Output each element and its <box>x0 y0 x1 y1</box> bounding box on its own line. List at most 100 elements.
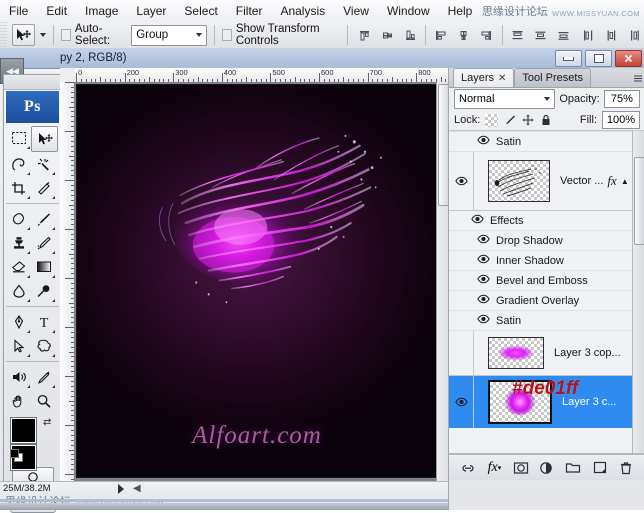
menu-item-image[interactable]: Image <box>76 2 127 20</box>
new-group-button[interactable] <box>564 459 582 477</box>
align-top-edges-icon[interactable] <box>355 26 374 45</box>
background-color-swatch[interactable] <box>10 417 37 444</box>
artboard[interactable]: Alfoart.com <box>76 84 438 478</box>
healing-brush-tool[interactable] <box>6 207 31 231</box>
layer-fx-icon[interactable]: fx <box>607 173 616 189</box>
layer-list[interactable]: Satin Vector ... fx ▲ Effects Drop Shado… <box>449 131 644 454</box>
menu-item-help[interactable]: Help <box>439 2 482 20</box>
fill-input[interactable]: 100% <box>602 111 640 129</box>
custom-shape-tool[interactable] <box>31 334 56 358</box>
maximize-button[interactable] <box>585 50 612 67</box>
distribute-bottom-edges-icon[interactable] <box>554 26 573 45</box>
distribute-right-edges-icon[interactable] <box>625 26 644 45</box>
move-tool-icon[interactable] <box>12 24 36 46</box>
dodge-tool[interactable] <box>31 279 56 303</box>
menu-item-analysis[interactable]: Analysis <box>271 2 334 20</box>
eyedropper-tool[interactable] <box>31 365 56 389</box>
ruler-corner[interactable] <box>60 68 75 83</box>
path-selection-tool[interactable] <box>6 334 31 358</box>
new-adjustment-layer-button[interactable] <box>538 459 556 477</box>
type-tool[interactable]: T <box>31 310 56 334</box>
blend-mode-dropdown[interactable]: Normal <box>454 89 556 109</box>
lock-position-icon[interactable] <box>521 114 534 127</box>
zoom-tool[interactable] <box>31 389 56 413</box>
tool-preset-chevron-icon[interactable] <box>40 33 47 37</box>
delete-layer-button[interactable] <box>617 459 635 477</box>
opacity-input[interactable]: 75% <box>603 90 640 108</box>
layer-visibility-toggle[interactable] <box>449 152 474 210</box>
menu-item-select[interactable]: Select <box>175 2 226 20</box>
layer-thumbnail[interactable] <box>488 337 544 369</box>
align-horizontal-centers-icon[interactable] <box>454 26 473 45</box>
auto-select-checkbox[interactable] <box>60 29 71 41</box>
blur-tool[interactable] <box>6 279 31 303</box>
add-layer-mask-button[interactable] <box>512 459 530 477</box>
panel-menu-button[interactable] <box>631 69 644 87</box>
audio-annotation-tool[interactable] <box>6 365 31 389</box>
link-layers-button[interactable] <box>459 459 477 477</box>
distribute-top-edges-icon[interactable] <box>508 26 527 45</box>
layer-row-selected[interactable]: Layer 3 c... #de01ff <box>449 376 644 428</box>
eye-icon[interactable] <box>477 314 490 327</box>
layer-effect-row[interactable]: Satin <box>449 311 644 331</box>
tab-tool-presets[interactable]: Tool Presets <box>514 68 591 87</box>
add-layer-style-button[interactable]: fx ▾ <box>485 459 503 477</box>
layer-effect-row[interactable]: Bevel and Emboss <box>449 271 644 291</box>
menu-item-layer[interactable]: Layer <box>127 2 175 20</box>
pen-tool[interactable] <box>6 310 31 334</box>
show-transform-checkbox[interactable] <box>221 29 232 41</box>
default-colors-icon[interactable] <box>10 449 23 462</box>
auto-select-dropdown[interactable]: Group <box>131 24 207 46</box>
menu-item-edit[interactable]: Edit <box>37 2 76 20</box>
lock-transparent-pixels-icon[interactable] <box>485 113 499 127</box>
layer-name-row[interactable]: Vector ... fx ▲ <box>560 173 629 189</box>
align-right-edges-icon[interactable] <box>477 26 496 45</box>
distribute-vertical-centers-icon[interactable] <box>531 26 550 45</box>
lock-image-pixels-icon[interactable] <box>503 114 516 127</box>
brush-tool[interactable] <box>31 207 56 231</box>
close-icon[interactable]: ✕ <box>498 73 506 84</box>
layer-effect-row[interactable]: Gradient Overlay <box>449 291 644 311</box>
new-layer-button[interactable] <box>591 459 609 477</box>
menu-item-file[interactable]: File <box>0 2 37 20</box>
layer-visibility-toggle[interactable] <box>449 376 474 428</box>
clone-stamp-tool[interactable] <box>6 231 31 255</box>
layer-effect-row[interactable]: Satin <box>449 131 644 152</box>
eye-icon[interactable] <box>477 234 490 247</box>
menu-item-window[interactable]: Window <box>378 2 439 20</box>
expand-fx-chevron-icon[interactable]: ▲ <box>621 177 629 186</box>
move-tool[interactable] <box>31 126 58 152</box>
effects-group-header[interactable]: Effects <box>449 211 644 231</box>
eye-icon[interactable] <box>477 294 490 307</box>
eye-icon[interactable] <box>477 274 490 287</box>
align-bottom-edges-icon[interactable] <box>401 26 420 45</box>
layer-thumbnail[interactable] <box>488 160 550 202</box>
rectangular-marquee-tool[interactable] <box>6 126 31 150</box>
lasso-tool[interactable] <box>6 152 31 176</box>
slice-tool[interactable] <box>31 176 56 200</box>
hand-tool[interactable] <box>6 389 31 413</box>
options-bar-grip[interactable] <box>0 22 8 48</box>
layer-row[interactable]: Vector ... fx ▲ <box>449 152 644 211</box>
layer-visibility-toggle[interactable] <box>449 331 474 375</box>
layer-row[interactable]: Layer 3 cop... <box>449 331 644 376</box>
minimize-button[interactable] <box>555 50 582 67</box>
align-left-edges-icon[interactable] <box>431 26 450 45</box>
tab-layers[interactable]: Layers ✕ <box>453 68 515 87</box>
menu-item-view[interactable]: View <box>334 2 378 20</box>
crop-tool[interactable] <box>6 176 31 200</box>
lock-all-icon[interactable] <box>539 114 552 127</box>
close-button[interactable] <box>615 50 642 67</box>
magic-wand-tool[interactable] <box>31 152 56 176</box>
distribute-horizontal-centers-icon[interactable] <box>602 26 621 45</box>
align-vertical-centers-icon[interactable] <box>378 26 397 45</box>
distribute-left-edges-icon[interactable] <box>579 26 598 45</box>
eye-icon[interactable] <box>477 254 490 267</box>
eye-icon[interactable] <box>471 214 484 227</box>
layer-effect-row[interactable]: Inner Shadow <box>449 251 644 271</box>
eraser-tool[interactable] <box>6 255 31 279</box>
layer-list-scrollbar[interactable] <box>632 131 644 453</box>
swap-colors-icon[interactable]: ⇄ <box>43 417 51 428</box>
canvas-area[interactable]: Alfoart.com <box>74 82 450 492</box>
menu-item-filter[interactable]: Filter <box>227 2 272 20</box>
